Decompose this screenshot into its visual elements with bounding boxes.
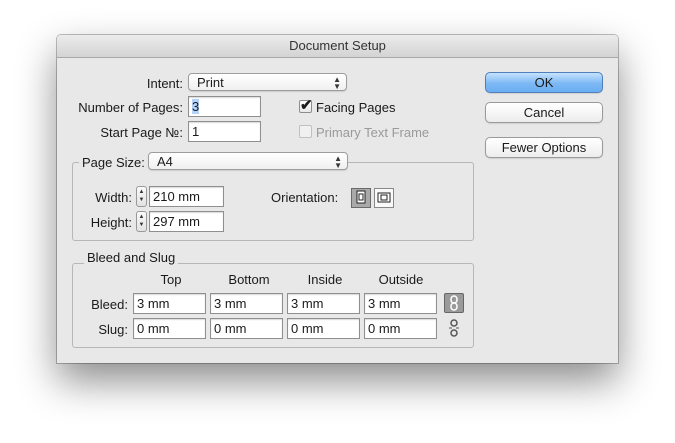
intent-value: Print xyxy=(197,75,224,90)
page-size-label: Page Size: xyxy=(79,155,148,170)
up-down-arrows-icon: ▲ ▼ xyxy=(333,75,341,91)
width-stepper-icon[interactable]: ▲ ▼ xyxy=(136,186,147,207)
orientation-label: Orientation: xyxy=(271,190,339,205)
slug-bottom-value: 0 mm xyxy=(214,321,247,336)
window-title: Document Setup xyxy=(57,35,618,58)
bleed-outside-value: 3 mm xyxy=(368,296,401,311)
bleed-top-input[interactable]: 3 mm xyxy=(133,293,206,314)
bleed-outside-input[interactable]: 3 mm xyxy=(364,293,437,314)
slug-outside-input[interactable]: 0 mm xyxy=(364,318,437,339)
dialog-window: Document Setup Intent: Print ▲ ▼ Number o… xyxy=(57,35,618,363)
bleed-bottom-value: 3 mm xyxy=(214,296,247,311)
height-stepper-icon[interactable]: ▲ ▼ xyxy=(136,211,147,232)
bleed-slug-title: Bleed and Slug xyxy=(84,250,179,265)
intent-label: Intent: xyxy=(146,76,183,91)
start-page-label: Start Page №: xyxy=(100,125,183,140)
height-value: 297 mm xyxy=(153,214,200,229)
slug-top-value: 0 mm xyxy=(137,321,170,336)
fewer-options-button[interactable]: Fewer Options xyxy=(485,137,603,158)
width-value: 210 mm xyxy=(153,189,200,204)
column-header-bottom: Bottom xyxy=(228,272,270,287)
intent-select[interactable]: Print ▲ ▼ xyxy=(188,73,347,91)
bleed-inside-input[interactable]: 3 mm xyxy=(287,293,360,314)
height-label: Height: xyxy=(90,215,132,230)
bleed-top-value: 3 mm xyxy=(137,296,170,311)
column-header-inside: Inside xyxy=(307,272,343,287)
bleed-inside-value: 3 mm xyxy=(291,296,324,311)
slug-label: Slug: xyxy=(98,322,128,337)
bleed-label: Bleed: xyxy=(91,297,128,312)
facing-pages-checkbox[interactable]: ✔ xyxy=(299,97,313,114)
slug-outside-value: 0 mm xyxy=(368,321,401,336)
bleed-bottom-input[interactable]: 3 mm xyxy=(210,293,283,314)
chain-link-icon[interactable] xyxy=(444,293,464,313)
slug-bottom-input[interactable]: 0 mm xyxy=(210,318,283,339)
column-header-outside: Outside xyxy=(378,272,424,287)
up-down-arrows-icon: ▲ ▼ xyxy=(334,154,342,170)
slug-inside-value: 0 mm xyxy=(291,321,324,336)
width-input[interactable]: 210 mm xyxy=(149,186,224,207)
start-page-value: 1 xyxy=(192,124,200,139)
primary-text-frame-checkbox[interactable] xyxy=(299,125,312,138)
document-setup-dialog: Document Setup Intent: Print ▲ ▼ Number o… xyxy=(57,35,618,363)
width-label: Width: xyxy=(95,190,132,205)
slug-inside-input[interactable]: 0 mm xyxy=(287,318,360,339)
start-page-input[interactable]: 1 xyxy=(188,121,261,142)
column-header-top: Top xyxy=(160,272,182,287)
slug-top-input[interactable]: 0 mm xyxy=(133,318,206,339)
number-of-pages-input[interactable]: 3 xyxy=(188,96,261,117)
page-size-select[interactable]: A4 ▲ ▼ xyxy=(148,152,348,170)
broken-chain-link-icon[interactable] xyxy=(444,318,464,338)
portrait-orientation-icon[interactable] xyxy=(351,188,371,208)
primary-text-frame-label: Primary Text Frame xyxy=(316,125,430,140)
height-input[interactable]: 297 mm xyxy=(149,211,224,232)
landscape-orientation-icon[interactable] xyxy=(374,188,394,208)
page-size-value: A4 xyxy=(157,154,173,169)
facing-pages-label: Facing Pages xyxy=(316,100,396,115)
ok-button[interactable]: OK xyxy=(485,72,603,93)
number-of-pages-value: 3 xyxy=(192,99,200,114)
cancel-button[interactable]: Cancel xyxy=(485,102,603,123)
checkmark-icon: ✔ xyxy=(300,97,313,114)
number-of-pages-label: Number of Pages: xyxy=(78,100,183,115)
